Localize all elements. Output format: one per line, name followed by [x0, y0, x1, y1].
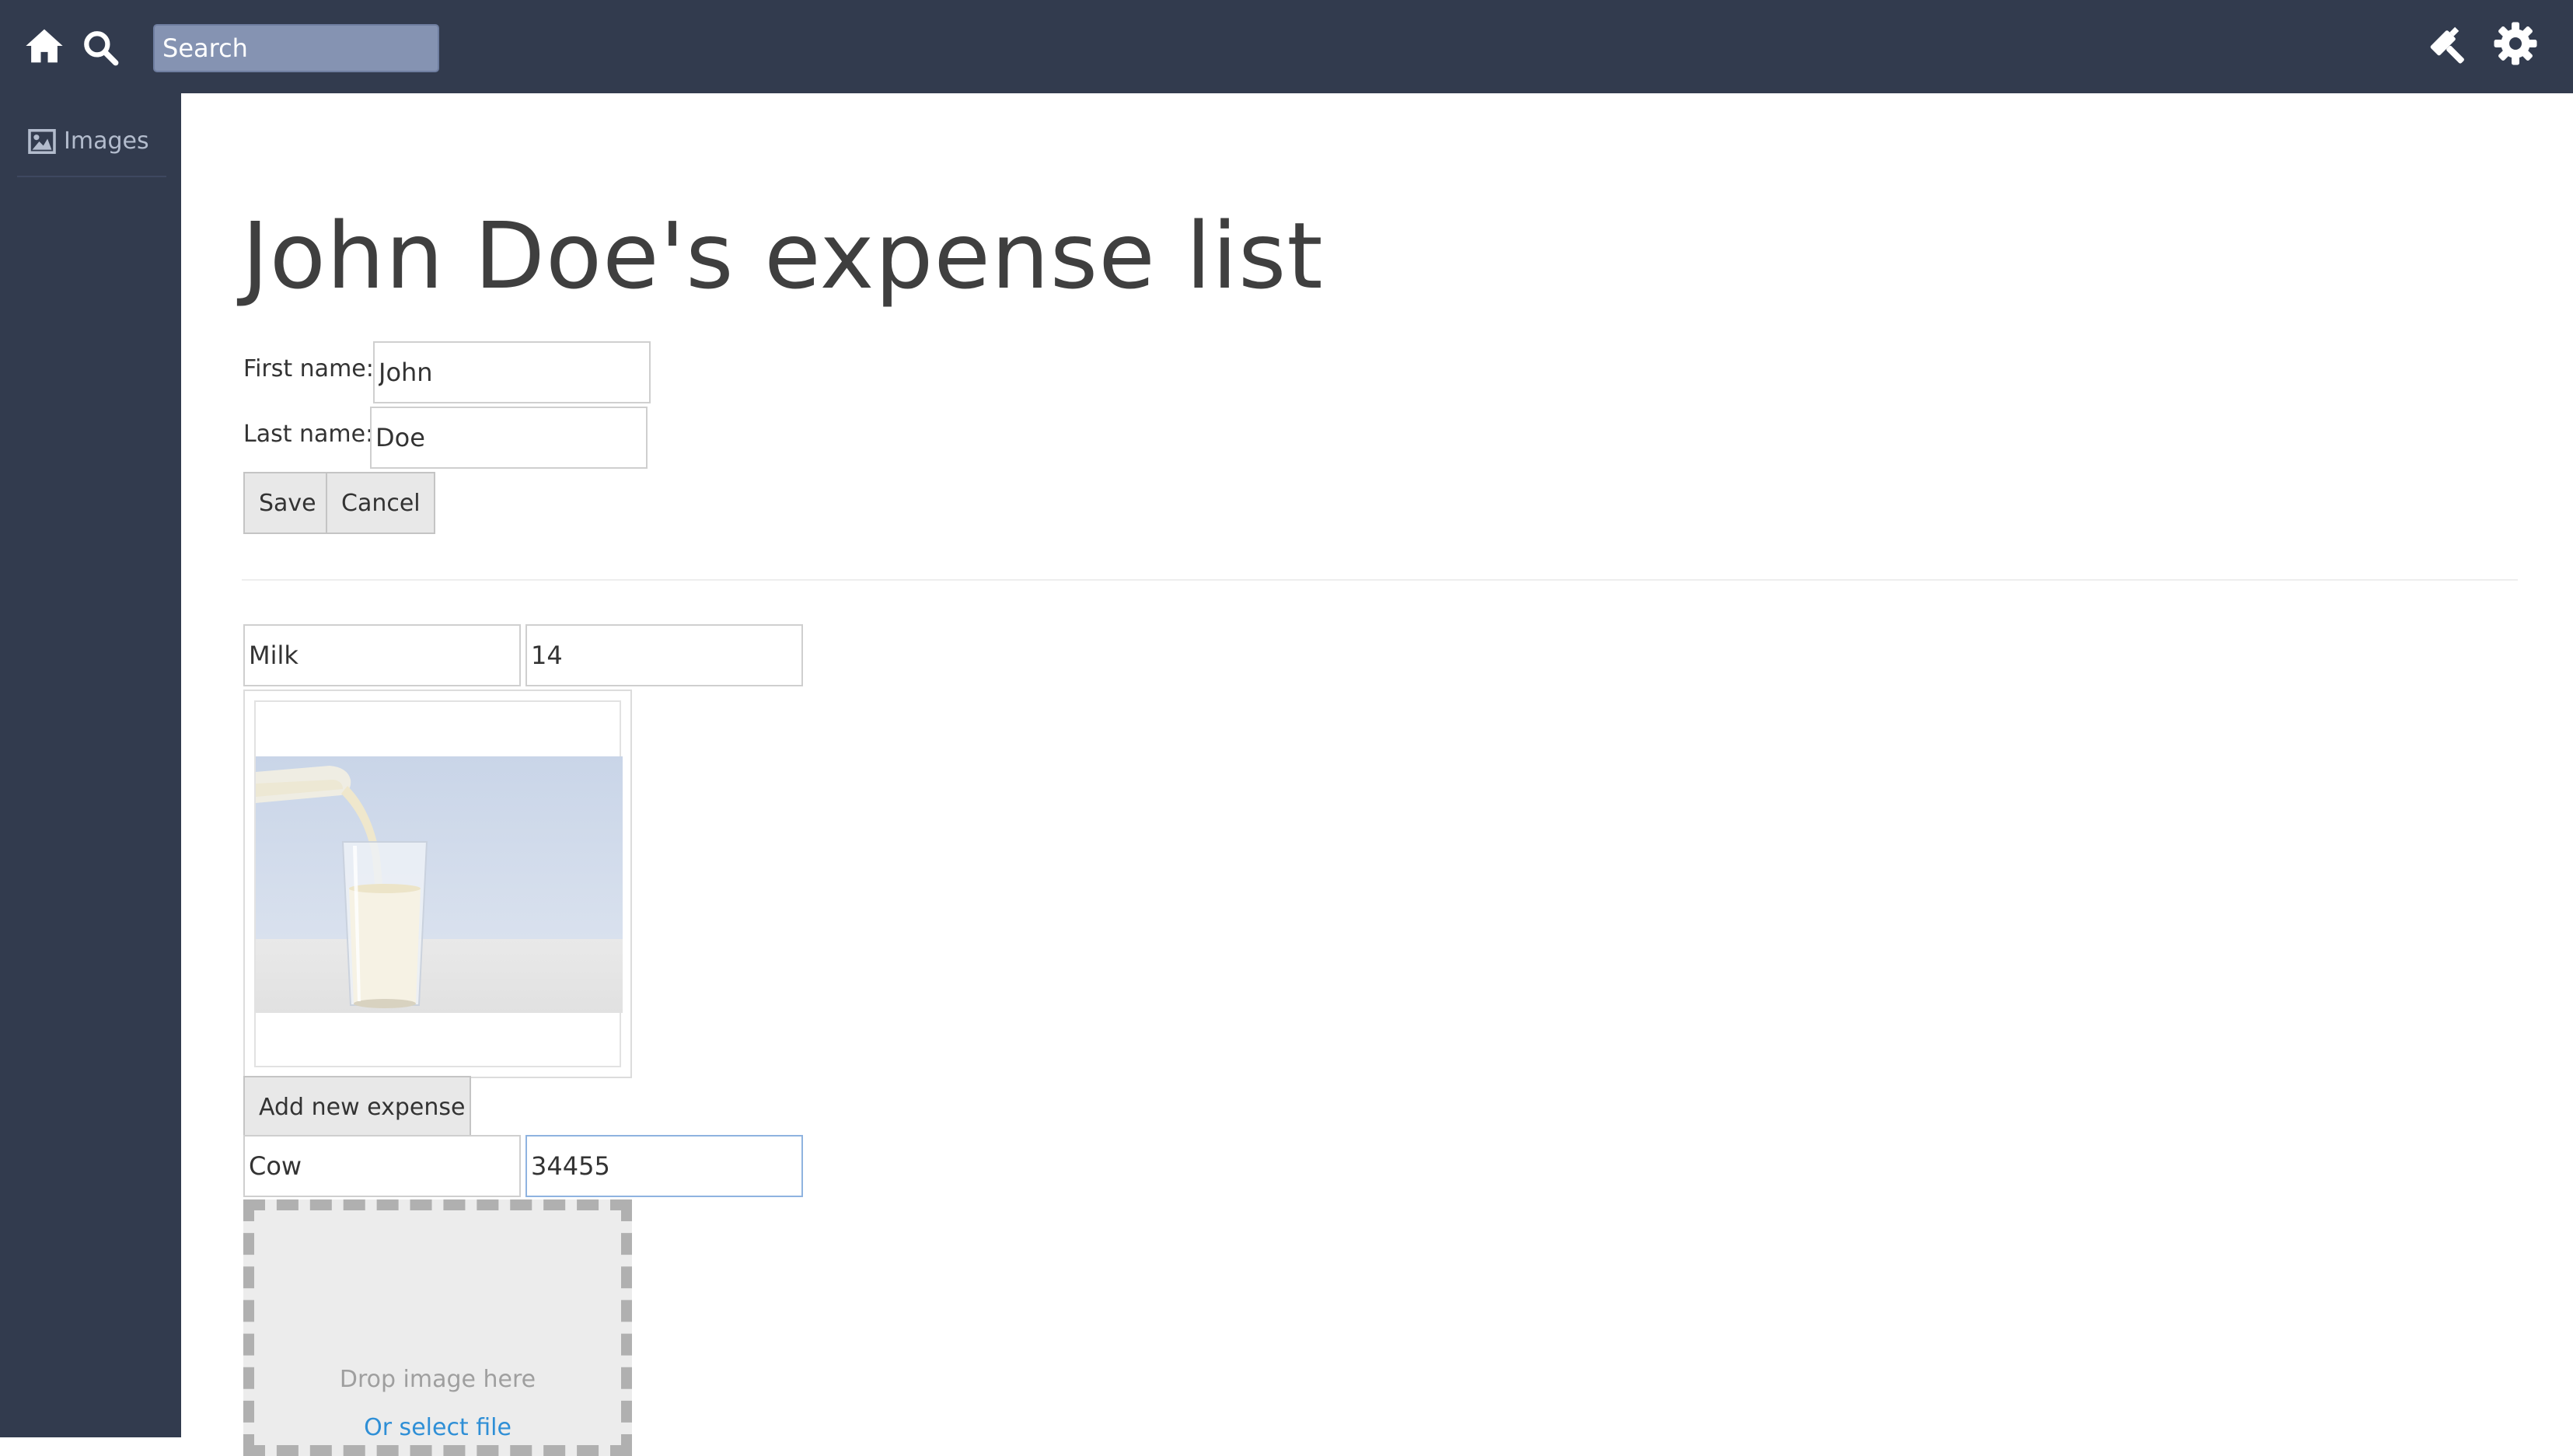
- main-content: John Doe's expense list First name: Last…: [181, 93, 2573, 1456]
- sidebar: Images: [0, 93, 181, 1437]
- save-button[interactable]: Save: [243, 472, 327, 534]
- milk-image[interactable]: [256, 756, 623, 1013]
- divider: [242, 579, 2518, 581]
- last-name-label: Last name:: [243, 421, 374, 448]
- home-icon[interactable]: [23, 25, 65, 67]
- dropzone-label: Drop image here: [339, 1366, 536, 1393]
- first-name-field[interactable]: [373, 341, 651, 403]
- expense-name-field[interactable]: [243, 624, 521, 686]
- search-icon[interactable]: [81, 28, 120, 67]
- cancel-button[interactable]: Cancel: [326, 472, 435, 534]
- sidebar-item-images[interactable]: Images: [17, 124, 166, 177]
- search-input[interactable]: [153, 24, 439, 72]
- top-bar: [0, 0, 2573, 93]
- first-name-label: First name:: [243, 355, 374, 382]
- new-expense-amount-field[interactable]: [525, 1135, 803, 1197]
- image-icon: [28, 129, 56, 154]
- expense-amount-field[interactable]: [525, 624, 803, 686]
- add-new-expense-button[interactable]: Add new expense: [243, 1076, 471, 1138]
- sidebar-item-label: Images: [64, 127, 149, 155]
- last-name-field[interactable]: [370, 407, 648, 469]
- image-dropzone[interactable]: Drop image here Or select file: [243, 1199, 632, 1456]
- hammer-icon[interactable]: [2428, 22, 2474, 67]
- page-title: John Doe's expense list: [242, 202, 1324, 309]
- expense-image-frame: [254, 700, 623, 1067]
- expense-image-card: [243, 690, 632, 1078]
- gear-icon[interactable]: [2492, 20, 2539, 67]
- new-expense-name-field[interactable]: [243, 1135, 521, 1197]
